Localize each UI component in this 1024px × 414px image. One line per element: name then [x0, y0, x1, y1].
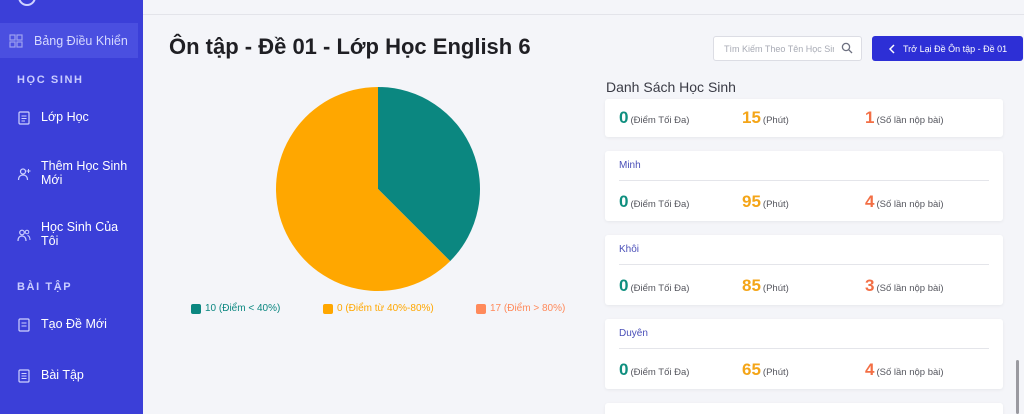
- card-divider: [619, 180, 989, 181]
- legend-item-mid[interactable]: 0 (Điểm từ 40%-80%): [323, 303, 434, 314]
- sidebar-item-label: Lớp Học: [41, 110, 89, 124]
- attempts-value: 3: [865, 276, 875, 295]
- attempts-unit: (Số lần nộp bài): [876, 283, 944, 294]
- legend-swatch-salmon: [476, 303, 486, 314]
- student-list-title: Danh Sách Học Sinh: [606, 79, 736, 95]
- time-value: 85: [742, 276, 761, 295]
- attempts-unit: (Số lần nộp bài): [876, 115, 944, 126]
- card-divider: [619, 348, 989, 349]
- student-card[interactable]: Khôi 0 (Điểm Tối Đa) 85 (Phút) 3 (Số lần…: [605, 235, 1003, 305]
- time-unit: (Phút): [762, 367, 789, 378]
- time-stat: 85 (Phút): [742, 276, 789, 296]
- score-stat: 0 (Điểm Tối Đa): [619, 108, 689, 128]
- score-stat: 0 (Điểm Tối Đa): [619, 360, 689, 380]
- sidebar-item-label: Bảng Điều Khiển: [34, 33, 128, 48]
- sidebar-item-label: Thêm Học Sinh Mới: [41, 159, 128, 187]
- legend-label: 17 (Điểm > 80%): [490, 303, 566, 314]
- scrollbar-thumb[interactable]: [1016, 360, 1019, 414]
- attempts-value: 4: [865, 360, 875, 379]
- time-unit: (Phút): [762, 283, 789, 294]
- page-title: Ôn tập - Đề 01 - Lớp Học English 6: [169, 34, 531, 59]
- score-value: 0: [619, 276, 629, 295]
- users-icon: [17, 229, 31, 242]
- search-box: [713, 36, 862, 61]
- legend-swatch-teal: [191, 303, 201, 314]
- legend-item-low[interactable]: 10 (Điểm < 40%): [191, 303, 280, 314]
- search-icon[interactable]: [841, 42, 853, 54]
- header-divider: [143, 14, 1024, 15]
- score-stat: 0 (Điểm Tối Đa): [619, 192, 689, 212]
- dashboard-icon: [9, 33, 23, 48]
- sidebar-item-create-test[interactable]: Tạo Đề Mới: [0, 317, 143, 332]
- sidebar-item-dashboard[interactable]: Bảng Điều Khiển: [0, 23, 138, 58]
- sidebar: Bảng Điều Khiển HỌC SINH Lớp Học Thêm Họ…: [0, 0, 143, 414]
- attempts-stat: 3 (Số lần nộp bài): [865, 276, 944, 296]
- time-stat: 65 (Phút): [742, 360, 789, 380]
- score-value: 0: [619, 360, 629, 379]
- score-unit: (Điểm Tối Đa): [630, 115, 690, 126]
- attempts-value: 4: [865, 192, 875, 211]
- sidebar-item-my-students[interactable]: Học Sinh Của Tôi: [0, 220, 143, 248]
- score-unit: (Điểm Tối Đa): [630, 283, 690, 294]
- legend-swatch-amber: [323, 303, 333, 314]
- section-heading-students: HỌC SINH: [17, 74, 84, 86]
- legend-label: 0 (Điểm từ 40%-80%): [337, 303, 434, 314]
- sidebar-item-add-student[interactable]: Thêm Học Sinh Mới: [0, 159, 143, 187]
- student-name: Khôi: [619, 244, 640, 255]
- legend-item-high[interactable]: 17 (Điểm > 80%): [476, 303, 565, 314]
- time-stat: 15 (Phút): [742, 108, 789, 128]
- back-button-label: Trở Lại Đề Ôn tập - Đề 01: [903, 43, 1008, 54]
- attempts-stat: 4 (Số lần nộp bài): [865, 360, 944, 380]
- time-value: 65: [742, 360, 761, 379]
- student-card-partial[interactable]: [605, 403, 1003, 414]
- document-icon: [18, 111, 30, 125]
- student-name: Duyên: [619, 328, 648, 339]
- chevron-left-icon: [888, 43, 895, 54]
- score-unit: (Điểm Tối Đa): [630, 199, 690, 210]
- sidebar-item-label: Học Sinh Của Tôi: [41, 220, 119, 248]
- card-divider: [619, 264, 989, 265]
- sidebar-item-label: Tạo Đề Mới: [41, 317, 107, 331]
- score-pie-chart: [276, 87, 480, 291]
- time-stat: 95 (Phút): [742, 192, 789, 212]
- student-name: Minh: [619, 160, 641, 171]
- time-value: 95: [742, 192, 761, 211]
- time-value: 15: [742, 108, 761, 127]
- attempts-unit: (Số lần nộp bài): [876, 199, 944, 210]
- search-input[interactable]: [714, 37, 834, 60]
- sidebar-item-exercises[interactable]: Bài Tập: [0, 368, 143, 383]
- student-card[interactable]: Minh 0 (Điểm Tối Đa) 95 (Phút) 4 (Số lần…: [605, 151, 1003, 221]
- attempts-stat: 4 (Số lần nộp bài): [865, 192, 944, 212]
- sidebar-item-classes[interactable]: Lớp Học: [0, 110, 143, 125]
- time-unit: (Phút): [762, 115, 789, 126]
- attempts-value: 1: [865, 108, 875, 127]
- time-unit: (Phút): [762, 199, 789, 210]
- student-card[interactable]: Duyên 0 (Điểm Tối Đa) 65 (Phút) 4 (Số lầ…: [605, 319, 1003, 389]
- attempts-unit: (Số lần nộp bài): [876, 367, 944, 378]
- score-stat: 0 (Điểm Tối Đa): [619, 276, 689, 296]
- student-card[interactable]: 0 (Điểm Tối Đa) 15 (Phút) 1 (Số lần nộp …: [605, 99, 1003, 137]
- score-value: 0: [619, 108, 629, 127]
- edit-document-icon: [18, 318, 30, 332]
- section-heading-exercises: BÀI TẬP: [17, 281, 73, 293]
- legend-label: 10 (Điểm < 40%): [205, 303, 281, 314]
- score-unit: (Điểm Tối Đa): [630, 367, 690, 378]
- attempts-stat: 1 (Số lần nộp bài): [865, 108, 944, 128]
- sidebar-top: [0, 0, 143, 14]
- logo-icon[interactable]: [18, 0, 36, 6]
- back-button[interactable]: Trở Lại Đề Ôn tập - Đề 01: [872, 36, 1023, 61]
- score-value: 0: [619, 192, 629, 211]
- sidebar-item-label: Bài Tập: [41, 368, 84, 382]
- list-icon: [18, 369, 30, 383]
- add-user-icon: [17, 168, 31, 181]
